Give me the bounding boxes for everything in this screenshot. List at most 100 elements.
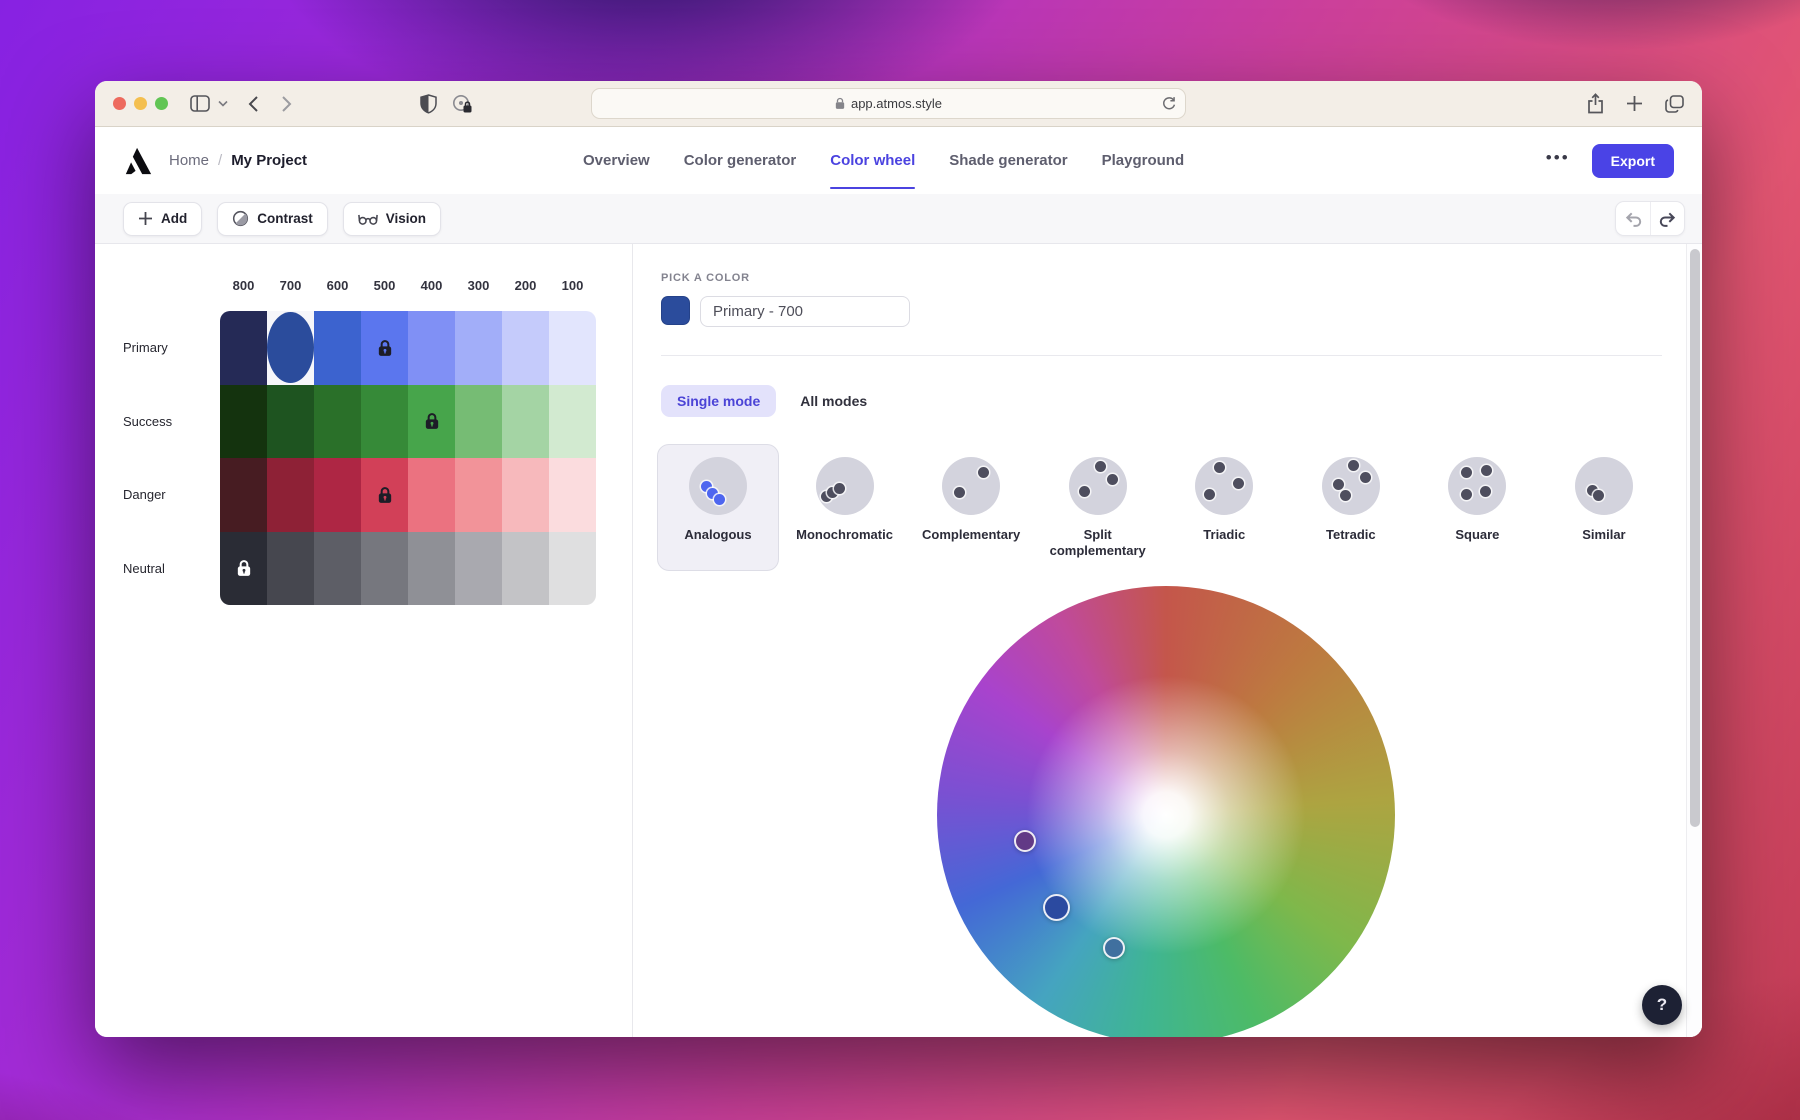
harmony-dot: [1480, 486, 1491, 497]
harmony-tetradic[interactable]: Tetradic: [1290, 444, 1412, 571]
tab-overview[interactable]: Overview: [583, 127, 650, 194]
all-modes-tab[interactable]: All modes: [800, 393, 867, 409]
color-wheel-panel: PICK A COLOR Single mode All modes Analo…: [633, 244, 1702, 1037]
swatch-danger-600[interactable]: [314, 458, 361, 532]
swatch-neutral-300[interactable]: [455, 532, 502, 606]
swatch-danger-200[interactable]: [502, 458, 549, 532]
atmos-logo[interactable]: [123, 146, 153, 176]
url-bar[interactable]: app.atmos.style: [591, 88, 1186, 119]
swatch-primary-400[interactable]: [408, 311, 455, 385]
zoom-window-button[interactable]: [155, 97, 168, 110]
tab-overview-icon[interactable]: [1665, 95, 1684, 113]
harmony-dot: [1593, 490, 1604, 501]
export-button[interactable]: Export: [1592, 144, 1674, 178]
swatch-danger-800[interactable]: [220, 458, 267, 532]
harmony-options: Analogous Monochromatic ComplementarySplit…: [657, 444, 1665, 571]
add-button[interactable]: Add: [123, 202, 202, 236]
swatch-neutral-800[interactable]: [220, 532, 267, 606]
harmony-similar[interactable]: Similar: [1543, 444, 1665, 571]
tab-color-generator[interactable]: Color generator: [684, 127, 797, 194]
sidebar-icon[interactable]: [190, 95, 210, 112]
tab-color-wheel[interactable]: Color wheel: [830, 127, 915, 194]
help-button[interactable]: ?: [1642, 985, 1682, 1025]
swatch-success-800[interactable]: [220, 385, 267, 459]
swatch-danger-300[interactable]: [455, 458, 502, 532]
swatch-danger-500[interactable]: [361, 458, 408, 532]
harmony-dot: [1348, 460, 1359, 471]
redo-button[interactable]: [1650, 202, 1684, 235]
swatch-danger-100[interactable]: [549, 458, 596, 532]
wheel-handle-2[interactable]: [1043, 894, 1070, 921]
column-header-200: 200: [502, 278, 549, 293]
swatch-success-300[interactable]: [455, 385, 502, 459]
vision-button[interactable]: Vision: [343, 202, 441, 236]
forward-icon[interactable]: [281, 95, 292, 113]
nav-tabs: Overview Color generator Color wheel Shade …: [583, 127, 1184, 194]
divider: [661, 355, 1662, 356]
harmony-dot: [1461, 489, 1472, 500]
swatch-success-200[interactable]: [502, 385, 549, 459]
swatch-success-600[interactable]: [314, 385, 361, 459]
swatch-neutral-700[interactable]: [267, 532, 314, 606]
swatch-primary-800[interactable]: [220, 311, 267, 385]
swatch-primary-200[interactable]: [502, 311, 549, 385]
harmony-split-complementary[interactable]: Split complementary: [1037, 444, 1159, 571]
harmony-wheel-icon: [1448, 457, 1506, 515]
swatch-primary-700[interactable]: [267, 311, 314, 385]
single-mode-tab[interactable]: Single mode: [661, 385, 776, 417]
app-header: Home / My Project Overview Color generato…: [95, 127, 1702, 194]
desktop-background: app.atmos.style: [0, 0, 1800, 1120]
picked-color-swatch[interactable]: [661, 296, 690, 325]
swatch-primary-100[interactable]: [549, 311, 596, 385]
color-wheel[interactable]: [937, 586, 1395, 1037]
harmony-label: Monochromatic: [796, 527, 893, 543]
swatch-success-700[interactable]: [267, 385, 314, 459]
back-icon[interactable]: [248, 95, 259, 113]
harmony-complementary[interactable]: Complementary: [910, 444, 1032, 571]
swatch-success-100[interactable]: [549, 385, 596, 459]
harmony-dot: [834, 483, 845, 494]
harmony-label: Square: [1455, 527, 1499, 543]
shield-icon[interactable]: [420, 94, 437, 114]
harmony-square[interactable]: Square: [1416, 444, 1538, 571]
share-icon[interactable]: [1587, 93, 1604, 114]
harmony-monochromatic[interactable]: Monochromatic: [784, 444, 906, 571]
palette-panel: 800700600500400300200100 PrimarySuccessD…: [95, 244, 633, 1037]
swatch-neutral-600[interactable]: [314, 532, 361, 606]
chevron-down-icon[interactable]: [218, 100, 228, 107]
close-window-button[interactable]: [113, 97, 126, 110]
more-menu-icon[interactable]: •••: [1546, 153, 1570, 169]
row-label-primary: Primary: [123, 311, 172, 385]
swatch-neutral-400[interactable]: [408, 532, 455, 606]
harmony-analogous[interactable]: Analogous: [657, 444, 779, 571]
swatch-neutral-100[interactable]: [549, 532, 596, 606]
breadcrumb-separator: /: [218, 152, 222, 169]
swatch-primary-500[interactable]: [361, 311, 408, 385]
tab-shade-generator[interactable]: Shade generator: [949, 127, 1067, 194]
tab-playground[interactable]: Playground: [1102, 127, 1185, 194]
wheel-handle-1[interactable]: [1014, 830, 1036, 852]
swatch-success-400[interactable]: [408, 385, 455, 459]
harmony-label: Triadic: [1203, 527, 1245, 543]
swatch-neutral-200[interactable]: [502, 532, 549, 606]
wheel-handle-3[interactable]: [1103, 937, 1125, 959]
new-tab-icon[interactable]: [1626, 95, 1643, 112]
harmony-triadic[interactable]: Triadic: [1163, 444, 1285, 571]
swatch-danger-700[interactable]: [267, 458, 314, 532]
swatch-primary-600[interactable]: [314, 311, 361, 385]
contrast-button[interactable]: Contrast: [217, 202, 328, 236]
swatch-primary-300[interactable]: [455, 311, 502, 385]
swatch-success-500[interactable]: [361, 385, 408, 459]
breadcrumb-home[interactable]: Home: [169, 152, 209, 169]
harmony-dot: [978, 467, 989, 478]
scrollbar-thumb[interactable]: [1690, 249, 1700, 827]
swatch-danger-400[interactable]: [408, 458, 455, 532]
minimize-window-button[interactable]: [134, 97, 147, 110]
reload-icon[interactable]: [1162, 96, 1176, 114]
picked-color-input[interactable]: [700, 296, 910, 327]
lock-icon: [375, 338, 395, 358]
privacy-lock-icon[interactable]: [451, 93, 473, 115]
swatch-neutral-500[interactable]: [361, 532, 408, 606]
breadcrumb-project[interactable]: My Project: [231, 152, 307, 169]
undo-button[interactable]: [1616, 202, 1650, 235]
